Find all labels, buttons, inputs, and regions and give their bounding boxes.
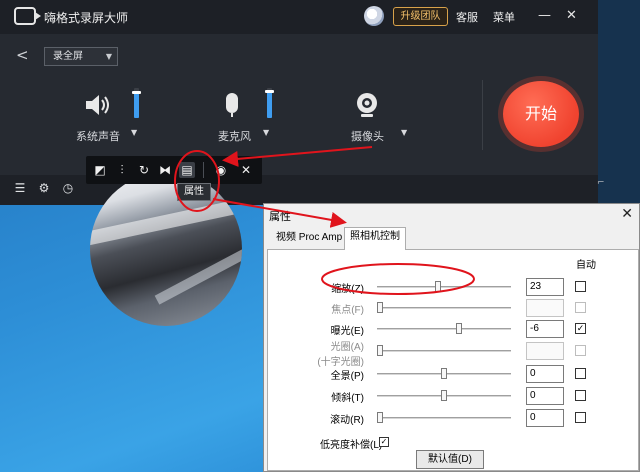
row-label: 光圈(A) (十字光圈) [312,338,364,368]
row-label-line: 光圈(A) [330,342,364,353]
menu-link[interactable]: 菜单 [493,9,515,25]
row-label: 全景(P) [312,367,364,382]
low-light-compensation-label: 低亮度补偿(L) [320,440,383,451]
slider-track[interactable] [377,328,511,330]
record-mode-select[interactable]: 录全屏 ▼ [44,47,118,66]
properties-tooltip: 属性 [177,183,211,201]
slider-thumb[interactable] [441,390,447,401]
close-window-button[interactable]: ✕ [566,8,577,24]
value-field[interactable] [526,299,564,317]
auto-checkbox[interactable] [575,368,586,379]
slider-track[interactable] [377,286,511,288]
camera-label: 摄像头 [351,130,384,143]
row-label: 倾斜(T) [312,389,364,404]
app-logo-icon [14,7,41,25]
system-sound-level-fill [134,92,139,118]
dialog-close-button[interactable]: ✕ [621,205,633,222]
row-label-line: 倾斜(T) [331,393,364,404]
speaker-icon[interactable] [84,92,112,118]
slider-track[interactable] [377,350,511,352]
chevron-down-icon: ▼ [105,52,112,61]
auto-checkbox[interactable] [575,281,586,292]
system-sound-level-knob[interactable] [132,91,141,94]
divider [482,80,483,150]
expand-icon[interactable]: ⌐ [597,178,605,188]
customer-service-link[interactable]: 客服 [456,9,478,25]
minimize-button[interactable]: — [538,8,551,24]
app-title: 嗨格式录屏大师 [44,11,129,25]
slider-thumb[interactable] [377,345,383,356]
auto-checkbox[interactable]: ✓ [575,323,586,334]
toolbar-divider [203,162,204,178]
microphone-label: 麦克风 [218,130,251,143]
rotate-icon[interactable]: ↻ [136,162,152,178]
row-label: 曝光(E) [312,322,364,337]
slider-thumb[interactable] [441,368,447,379]
row-label: 滚动(R) [312,411,364,426]
dialog-title: 属性 [269,211,291,223]
title-bar: 嗨格式录屏大师 升级团队 客服 菜单 — ✕ [0,0,598,34]
row-label-line: 焦点(F) [331,305,364,316]
hide-icon[interactable]: ◉ [213,162,229,178]
system-sound-label: 系统声音 [76,130,120,143]
auto-checkbox[interactable] [575,345,586,356]
system-sound-level[interactable] [132,88,141,118]
start-record-button[interactable]: 开始 [503,81,579,147]
slider-track[interactable] [377,307,511,309]
properties-dialog: 属性 ✕ 视频 Proc Amp 照相机控制 自动 缩放(Z) 23 焦点(F) 曝光… [263,203,640,472]
close-icon[interactable]: ✕ [238,162,254,178]
microphone-level-fill [267,91,272,118]
slider-thumb[interactable] [377,412,383,423]
row-label-line: 全景(P) [330,371,364,382]
microphone-dropdown[interactable]: ▼ [263,128,269,137]
value-field[interactable]: 0 [526,365,564,383]
value-field[interactable]: 0 [526,387,564,405]
row-label: 缩放(Z) [312,280,364,295]
auto-column-header: 自动 [576,260,596,271]
record-mode-value: 录全屏 [53,51,83,62]
flip-icon[interactable]: ⧓ [157,162,173,178]
value-field[interactable] [526,342,564,360]
camera-dropdown[interactable]: ▼ [401,128,407,137]
low-light-compensation-checkbox[interactable]: ✓ [379,437,389,447]
value-field[interactable]: 0 [526,409,564,427]
value-field[interactable]: 23 [526,278,564,296]
value-field[interactable]: -6 [526,320,564,338]
microphone-level-knob[interactable] [265,90,274,93]
system-sound-dropdown[interactable]: ▼ [131,128,137,137]
webcam-preview[interactable] [90,172,242,326]
row-label-line: 曝光(E) [330,326,364,337]
microphone-icon[interactable] [224,92,240,118]
auto-checkbox[interactable] [575,412,586,423]
upgrade-team-button[interactable]: 升级团队 [393,7,448,26]
tab-camera-control[interactable]: 照相机控制 [344,227,406,250]
properties-icon[interactable]: ▤ [179,162,195,178]
tab-video-proc-amp[interactable]: 视频 Proc Amp [271,229,347,249]
shape-icon[interactable]: ◩ [92,162,108,178]
row-label-line: 缩放(Z) [331,284,364,295]
back-button[interactable]: < [16,46,29,64]
settings-icon[interactable]: ⚙ [36,180,52,196]
row-label: 焦点(F) [312,301,364,316]
row-label-line: (十字光圈) [317,357,364,368]
adjust-icon[interactable]: ⫶ [114,162,130,178]
microphone-level[interactable] [265,88,274,118]
row-label-line: 滚动(R) [330,415,364,426]
slider-thumb[interactable] [377,302,383,313]
slider-thumb[interactable] [456,323,462,334]
default-button[interactable]: 默认值(D) [416,450,484,469]
auto-checkbox[interactable] [575,302,586,313]
camera-toolbar [86,156,262,184]
slider-thumb[interactable] [435,281,441,292]
list-icon[interactable]: ☰ [12,180,28,196]
camera-icon[interactable] [355,92,379,118]
timer-icon[interactable]: ◷ [60,180,76,196]
slider-track[interactable] [377,417,511,419]
user-avatar[interactable] [364,6,384,26]
auto-checkbox[interactable] [575,390,586,401]
background-window-edge [598,0,640,205]
